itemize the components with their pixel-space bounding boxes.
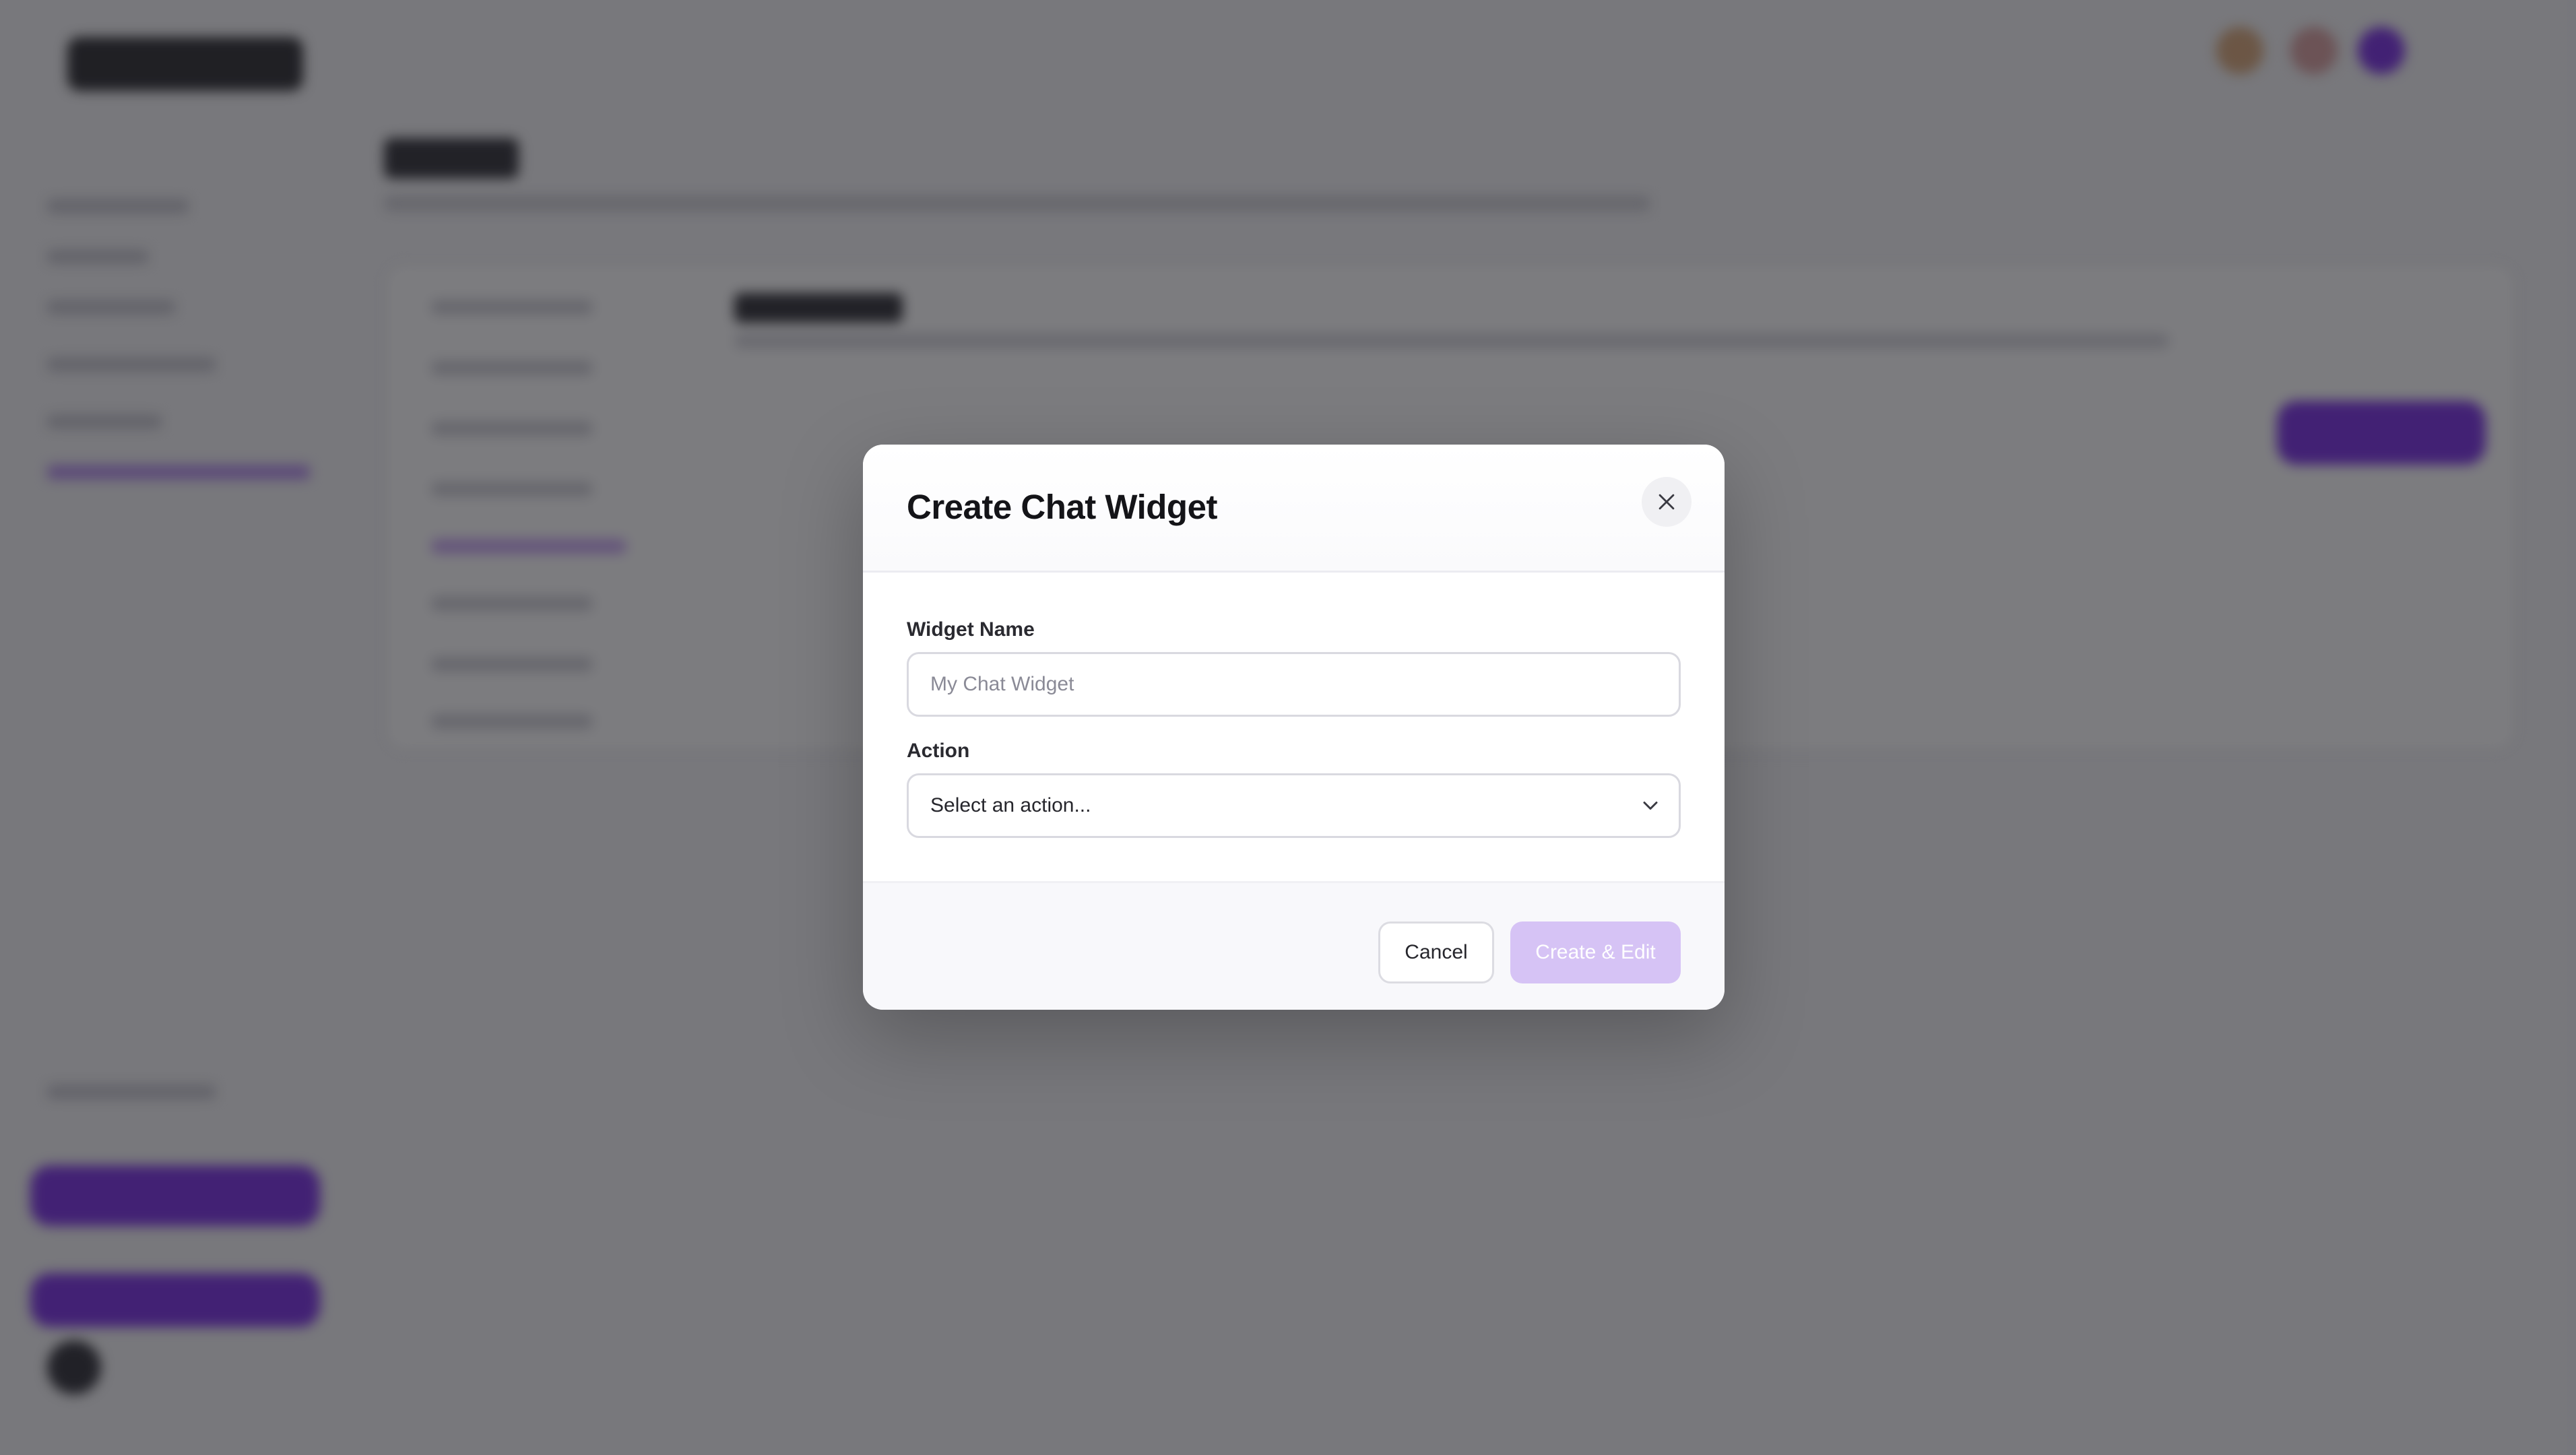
action-label: Action	[907, 740, 970, 762]
cancel-button[interactable]: Cancel	[1378, 922, 1494, 983]
modal-title: Create Chat Widget	[907, 488, 1217, 526]
create-chat-widget-modal: Create Chat Widget Widget Name Action Se…	[863, 445, 1725, 1010]
widget-name-input[interactable]	[907, 652, 1681, 717]
action-select[interactable]: Select an action...	[907, 773, 1681, 838]
close-button[interactable]	[1642, 477, 1692, 527]
widget-name-label: Widget Name	[907, 618, 1035, 641]
chevron-down-icon	[1643, 802, 1658, 810]
action-select-value: Select an action...	[930, 794, 1091, 816]
close-icon	[1659, 494, 1675, 510]
create-and-edit-button[interactable]: Create & Edit	[1510, 922, 1681, 983]
